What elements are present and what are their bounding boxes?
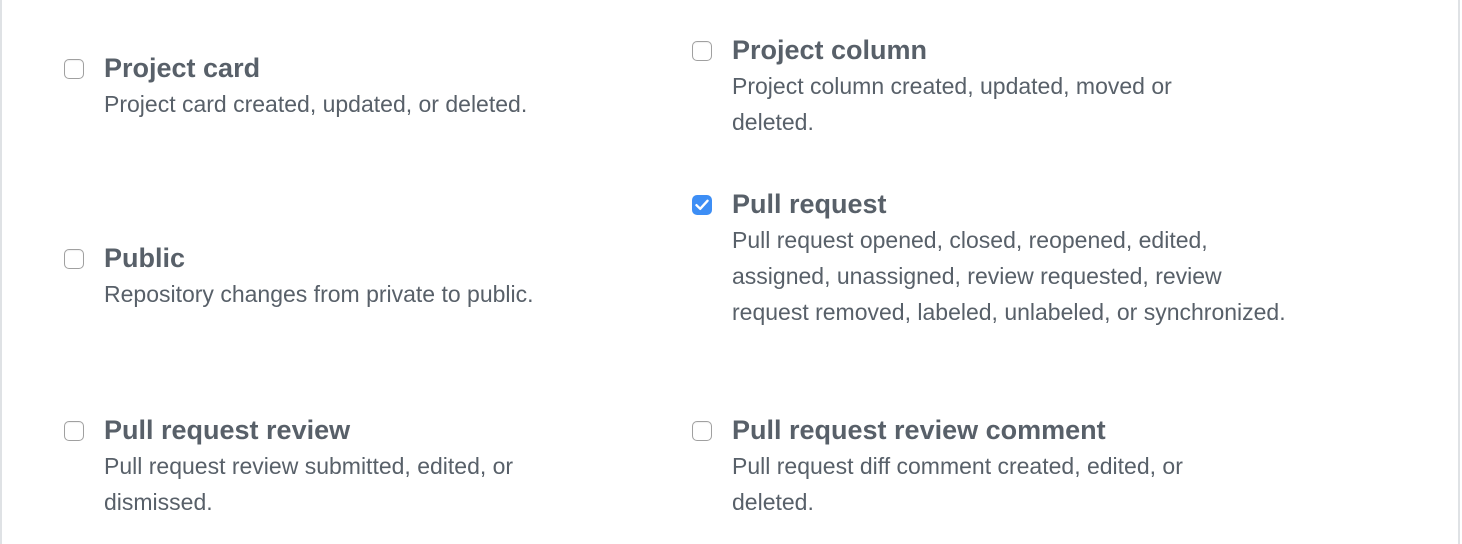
- project-column-checkbox[interactable]: [692, 41, 712, 61]
- option-description: Pull request opened, closed, reopened, e…: [732, 227, 1286, 325]
- option-description: Project column created, updated, moved o…: [732, 73, 1172, 135]
- option-title: Project column: [732, 35, 928, 65]
- option-public: Public Repository changes from private t…: [64, 240, 624, 312]
- option-title: Pull request review comment: [732, 415, 1106, 445]
- pull-request-checkbox[interactable]: [692, 195, 712, 215]
- option-pull-request: Pull request Pull request opened, closed…: [692, 186, 1286, 330]
- option-description: Project card created, updated, or delete…: [104, 91, 528, 117]
- option-title: Public: [104, 243, 186, 273]
- project-card-checkbox[interactable]: [64, 59, 84, 79]
- option-title: Project card: [104, 53, 261, 83]
- public-checkbox[interactable]: [64, 249, 84, 269]
- option-title: Pull request: [732, 189, 887, 219]
- options-panel: Project card Project card created, updat…: [0, 0, 1460, 544]
- option-description: Repository changes from private to publi…: [104, 281, 534, 307]
- option-project-column: Project column Project column created, u…: [692, 32, 1252, 140]
- pull-request-review-comment-checkbox[interactable]: [692, 421, 712, 441]
- option-pull-request-review-comment: Pull request review comment Pull request…: [692, 412, 1252, 520]
- option-description: Pull request review submitted, edited, o…: [104, 453, 514, 515]
- option-project-card: Project card Project card created, updat…: [64, 50, 624, 122]
- option-description: Pull request diff comment created, edite…: [732, 453, 1183, 515]
- checkmark-icon: [695, 199, 709, 210]
- option-pull-request-review: Pull request review Pull request review …: [64, 412, 624, 520]
- pull-request-review-checkbox[interactable]: [64, 421, 84, 441]
- option-title: Pull request review: [104, 415, 351, 445]
